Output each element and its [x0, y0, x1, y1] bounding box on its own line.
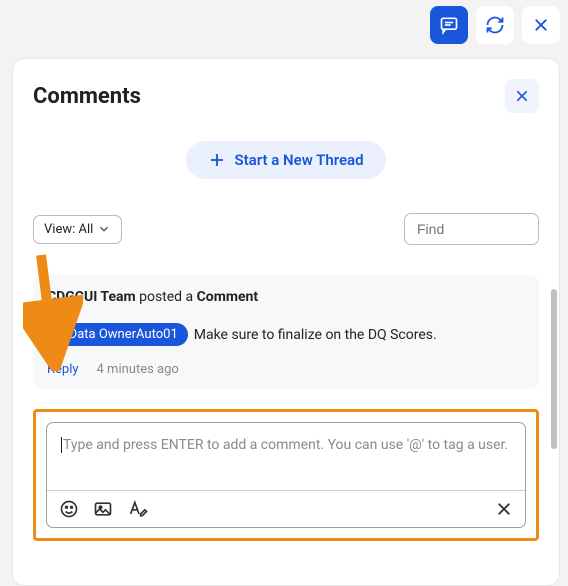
start-new-thread-label: Start a New Thread [234, 151, 363, 169]
panel-close-button[interactable] [505, 79, 539, 113]
reply-box-highlight: Type and press ENTER to add a comment. Y… [33, 409, 539, 541]
comment-type: Comment [197, 289, 258, 305]
controls-row: View: All [33, 213, 539, 245]
refresh-icon [485, 15, 505, 35]
panel-header: Comments [33, 79, 539, 113]
plus-icon [208, 151, 226, 169]
comment-timestamp: 4 minutes ago [97, 362, 179, 377]
annotation-arrow [23, 251, 83, 371]
comment-actions: Reply 4 minutes ago [47, 362, 525, 377]
refresh-button[interactable] [476, 6, 514, 44]
reply-toolbar [47, 491, 525, 527]
close-icon [495, 500, 513, 518]
reply-close-button[interactable] [495, 500, 513, 518]
close-icon [532, 16, 550, 34]
comment-icon [439, 15, 459, 35]
chevron-down-icon [97, 222, 111, 236]
view-filter-button[interactable]: View: All [33, 215, 122, 244]
comments-toggle-button[interactable] [430, 6, 468, 44]
start-new-thread-button[interactable]: Start a New Thread [186, 141, 385, 179]
reply-link[interactable]: Reply [47, 362, 79, 377]
emoji-button[interactable] [59, 499, 79, 519]
comment-verb: posted a [136, 289, 197, 305]
close-icon [514, 88, 530, 104]
top-close-button[interactable] [522, 6, 560, 44]
scrollbar[interactable] [551, 289, 557, 449]
panel-title: Comments [33, 84, 141, 109]
find-input[interactable] [404, 213, 539, 245]
comment-text: Make sure to finalize on the DQ Scores. [194, 327, 437, 343]
reply-tool-icons [59, 499, 151, 519]
emoji-icon [59, 499, 79, 519]
comment-header: CDGCUI Team posted a Comment [47, 289, 525, 305]
comment-body: @Data OwnerAuto01 Make sure to finalize … [47, 323, 525, 346]
mention-chip[interactable]: @Data OwnerAuto01 [47, 323, 188, 346]
image-icon [93, 499, 113, 519]
comment-author: CDGCUI Team [47, 289, 136, 305]
reply-placeholder: Type and press ENTER to add a comment. Y… [63, 437, 508, 453]
text-caret [61, 437, 62, 453]
reply-box: Type and press ENTER to add a comment. Y… [46, 422, 526, 528]
reply-textarea[interactable]: Type and press ENTER to add a comment. Y… [47, 423, 525, 491]
image-button[interactable] [93, 499, 113, 519]
top-toolbar [430, 6, 560, 44]
format-icon [127, 499, 151, 519]
comment-card: CDGCUI Team posted a Comment @Data Owner… [33, 275, 539, 389]
comments-panel: Comments Start a New Thread View: All [12, 58, 560, 586]
format-button[interactable] [127, 499, 151, 519]
view-filter-label: View: All [44, 222, 93, 237]
